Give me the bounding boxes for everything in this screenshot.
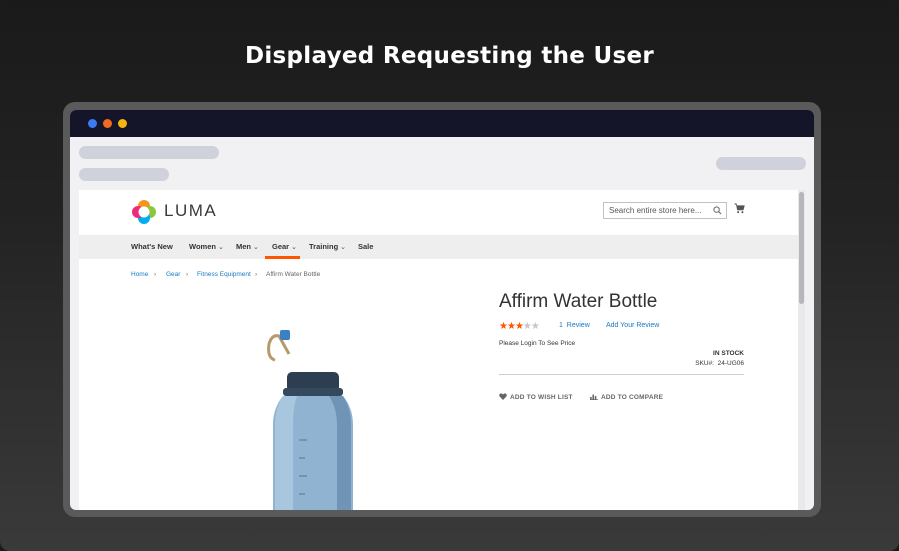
star-icon: ★	[522, 321, 532, 332]
page-scrollbar[interactable]	[798, 190, 805, 510]
rating-stars: ★★★★★	[499, 321, 540, 332]
review-count: 1	[559, 322, 563, 329]
price-login-notice: Please Login To See Price	[499, 340, 576, 347]
breadcrumb-separator: ›	[154, 271, 157, 278]
skeleton-bar	[79, 168, 169, 181]
cart-icon[interactable]	[734, 203, 745, 214]
nav-label: Gear	[272, 242, 290, 251]
search-placeholder: Search entire store here...	[609, 206, 702, 215]
breadcrumb-gear[interactable]: Gear	[166, 271, 180, 278]
nav-item-gear[interactable]: Gear ⌄	[272, 242, 297, 251]
window-dot-orange[interactable]	[103, 119, 112, 128]
nav-item-women[interactable]: Women ⌄	[189, 242, 224, 251]
breadcrumb-separator: ›	[255, 271, 258, 278]
breadcrumb-separator: ›	[186, 271, 189, 278]
add-to-wishlist-button[interactable]: ADD TO WISH LIST	[499, 393, 573, 401]
nav-item-whats-new[interactable]: What's New	[131, 242, 173, 251]
product-title: Affirm Water Bottle	[499, 291, 658, 312]
nav-item-training[interactable]: Training ⌄	[309, 242, 346, 251]
luma-logo-icon[interactable]	[131, 199, 157, 225]
compare-label: ADD TO COMPARE	[601, 394, 664, 401]
skeleton-bar	[716, 157, 806, 170]
wishlist-label: ADD TO WISH LIST	[510, 394, 573, 401]
skeleton-bar	[79, 146, 219, 159]
browser-window: LUMA Search entire store here... What's …	[70, 110, 814, 510]
chevron-down-icon: ⌄	[253, 244, 259, 251]
product-image[interactable]	[263, 330, 353, 510]
star-icon: ★	[499, 321, 508, 332]
scrollbar-thumb[interactable]	[799, 192, 804, 304]
breadcrumb-home[interactable]: Home	[131, 271, 148, 278]
reviews-link[interactable]: 1 Review	[559, 322, 590, 329]
chevron-down-icon: ⌄	[340, 244, 347, 251]
stock-status: IN STOCK	[713, 350, 744, 357]
store-page: LUMA Search entire store here... What's …	[79, 190, 798, 510]
nav-label: Training	[309, 242, 339, 251]
logo-text[interactable]: LUMA	[164, 201, 217, 221]
nav-label: Men	[236, 242, 251, 251]
nav-item-men[interactable]: Men ⌄	[236, 242, 259, 251]
breadcrumb-current: Affirm Water Bottle	[266, 271, 321, 278]
add-review-link[interactable]: Add Your Review	[606, 322, 659, 329]
chevron-down-icon: ⌄	[291, 244, 297, 251]
window-dot-blue[interactable]	[88, 119, 97, 128]
star-icon: ★	[530, 321, 540, 332]
nav-label: What's New	[131, 242, 173, 251]
add-to-compare-button[interactable]: ADD TO COMPARE	[590, 393, 663, 401]
search-icon[interactable]	[713, 206, 722, 215]
page-headline: Displayed Requesting the User	[244, 43, 655, 69]
main-navigation: What's New Women ⌄ Men ⌄ Gear ⌄ Training ⌄ S…	[79, 235, 798, 259]
star-icon: ★	[506, 321, 516, 332]
divider	[499, 374, 744, 375]
chevron-down-icon: ⌄	[217, 244, 224, 251]
sku-label: SKU#:	[695, 360, 714, 367]
breadcrumb-fitness-equipment[interactable]: Fitness Equipment	[197, 271, 251, 278]
sku-value: 24-UG06	[717, 360, 744, 367]
nav-item-sale[interactable]: Sale	[358, 242, 373, 251]
review-label: Review	[566, 322, 590, 329]
window-dot-yellow[interactable]	[118, 119, 127, 128]
sku-line: SKU#: 24-UG06	[695, 360, 744, 367]
nav-label: Sale	[358, 242, 374, 251]
heart-icon	[499, 393, 507, 400]
star-icon: ★	[514, 321, 524, 332]
compare-icon	[590, 394, 598, 400]
nav-label: Women	[189, 242, 216, 251]
nav-active-indicator	[265, 256, 300, 259]
window-titlebar	[70, 110, 814, 137]
search-input[interactable]: Search entire store here...	[603, 202, 727, 219]
